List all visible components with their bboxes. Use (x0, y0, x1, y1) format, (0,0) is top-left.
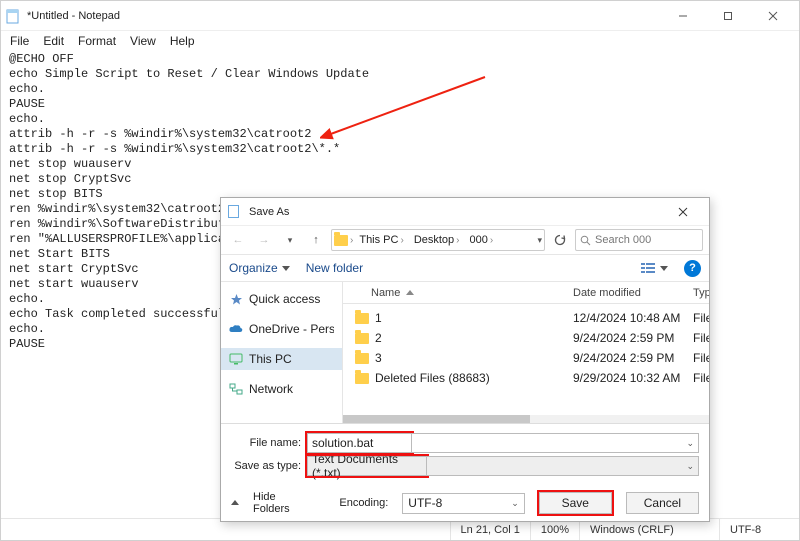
new-folder-button[interactable]: New folder (306, 261, 363, 275)
folder-icon (355, 373, 369, 384)
search-placeholder: Search 000 (595, 234, 651, 246)
network-icon (229, 382, 243, 396)
close-button[interactable] (750, 1, 795, 31)
search-input[interactable]: Search 000 (575, 229, 703, 251)
crumb-folder[interactable]: 000 › (466, 234, 498, 246)
list-item[interactable]: 29/24/2024 2:59 PMFile (343, 328, 709, 348)
cancel-button[interactable]: Cancel (626, 492, 699, 514)
save-as-dialog: Save As ← → ▾ ↑ › This PC › Desktop › 00… (220, 197, 710, 522)
notepad-title: *Untitled - Notepad (27, 10, 120, 22)
encoding-select[interactable]: UTF-8⌄ (402, 493, 524, 514)
notepad-titlebar: *Untitled - Notepad (1, 1, 799, 31)
dialog-app-icon (227, 204, 243, 220)
search-icon (580, 235, 591, 246)
dialog-footer: Hide Folders Encoding: UTF-8⌄ Save Cance… (221, 487, 709, 521)
menu-help[interactable]: Help (163, 33, 202, 49)
dialog-title: Save As (249, 206, 289, 218)
status-eol: Windows (CRLF) (579, 519, 719, 540)
saveastype-select[interactable]: ⌄ (427, 456, 699, 476)
nav-recent-button[interactable]: ▾ (279, 229, 301, 251)
star-icon (229, 292, 243, 306)
col-name-header[interactable]: Name (371, 287, 400, 299)
sort-icon (406, 290, 414, 296)
breadcrumb[interactable]: › This PC › Desktop › 000 › ▾ (331, 229, 545, 251)
saveastype-label: Save as type: (231, 460, 307, 472)
maximize-button[interactable] (705, 1, 750, 31)
address-bar: ← → ▾ ↑ › This PC › Desktop › 000 › ▾ Se… (221, 226, 709, 254)
menu-format[interactable]: Format (71, 33, 123, 49)
folder-icon (355, 313, 369, 324)
folder-icon (355, 353, 369, 364)
hide-folders-button[interactable]: Hide Folders (253, 491, 311, 515)
menu-edit[interactable]: Edit (36, 33, 71, 49)
folder-icon (334, 233, 348, 247)
folder-icon (355, 333, 369, 344)
nav-network[interactable]: Network (221, 378, 342, 400)
crumb-thispc[interactable]: This PC › (355, 234, 407, 246)
col-type-header[interactable]: Type (693, 287, 709, 299)
nav-pane: Quick access OneDrive - Personal This PC… (221, 282, 343, 423)
notepad-app-icon (5, 8, 21, 24)
filename-input-ext[interactable]: ⌄ (412, 433, 699, 453)
horizontal-scrollbar[interactable] (343, 415, 709, 423)
cloud-icon (229, 322, 243, 336)
save-button[interactable]: Save (539, 492, 612, 514)
refresh-button[interactable] (549, 229, 571, 251)
crumb-desktop[interactable]: Desktop › (410, 234, 464, 246)
menu-file[interactable]: File (3, 33, 36, 49)
nav-back-button[interactable]: ← (227, 229, 249, 251)
dialog-toolbar: Organize New folder ? (221, 254, 709, 282)
nav-onedrive[interactable]: OneDrive - Personal (221, 318, 342, 340)
view-icon (640, 261, 656, 275)
list-item[interactable]: 39/24/2024 2:59 PMFile (343, 348, 709, 368)
filename-input[interactable]: solution.bat (307, 433, 412, 453)
nav-up-button[interactable]: ↑ (305, 229, 327, 251)
menubar: File Edit Format View Help (1, 31, 799, 50)
nav-quick-access[interactable]: Quick access (221, 288, 342, 310)
saveastype-select-value[interactable]: Text Documents (*.txt) (307, 456, 427, 476)
column-headers[interactable]: Name Date modified Type (343, 282, 709, 304)
menu-view[interactable]: View (123, 33, 163, 49)
view-button[interactable] (640, 261, 668, 275)
minimize-button[interactable] (660, 1, 705, 31)
col-date-header[interactable]: Date modified (573, 287, 641, 299)
status-zoom: 100% (530, 519, 579, 540)
pc-icon (229, 352, 243, 366)
nav-forward-button[interactable]: → (253, 229, 275, 251)
help-button[interactable]: ? (684, 260, 701, 277)
encoding-label: Encoding: (339, 497, 388, 509)
filename-label: File name: (231, 437, 307, 449)
dialog-close-button[interactable] (663, 198, 703, 226)
organize-button[interactable]: Organize (229, 261, 290, 275)
dialog-titlebar: Save As (221, 198, 709, 226)
chevron-up-icon (231, 499, 239, 507)
list-item[interactable]: Deleted Files (88683)9/29/2024 10:32 AMF… (343, 368, 709, 388)
nav-this-pc[interactable]: This PC (221, 348, 342, 370)
status-encoding: UTF-8 (719, 519, 799, 540)
file-list-pane: Name Date modified Type 112/4/2024 10:48… (343, 282, 709, 423)
status-pos: Ln 21, Col 1 (450, 519, 530, 540)
list-item[interactable]: 112/4/2024 10:48 AMFile (343, 308, 709, 328)
